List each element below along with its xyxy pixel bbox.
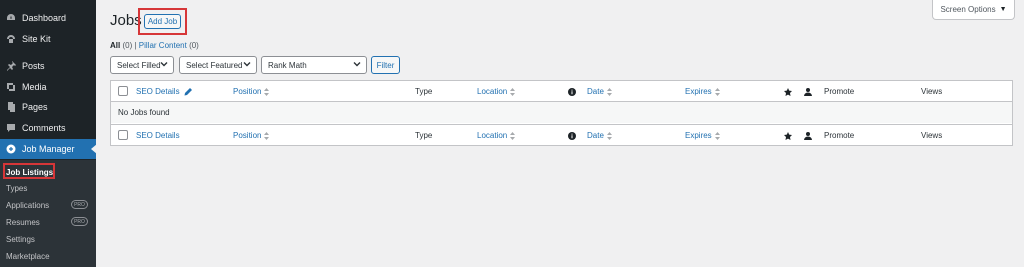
filter-button[interactable]: Filter [371,56,400,74]
submenu-item-resumes[interactable]: Resumes [6,215,40,229]
table-header-row: SEO Details Position Type Location Date … [111,81,1012,102]
sidebar-item-label: Job Manager [22,144,75,154]
sort-icon [264,87,270,96]
sidebar-item-label: Pages [22,102,48,112]
chevron-down-icon [243,60,251,68]
sort-icon [264,131,270,140]
sidebar-item-job-manager[interactable]: Job Manager [0,139,97,159]
select-all-checkbox[interactable] [118,86,128,96]
filled-person-icon [804,81,812,102]
view-all-link[interactable]: All [110,41,120,50]
sort-icon [510,87,516,96]
filled-person-icon [804,125,812,146]
table-row: No Jobs found [111,102,1012,123]
column-promote: Promote [824,87,855,96]
sort-icon [714,131,720,140]
sidebar-item-label: Dashboard [22,13,67,23]
sort-icon [606,87,612,96]
column-seo-details[interactable]: SEO Details [136,81,192,102]
column-location[interactable]: Location [477,81,516,102]
chevron-down-icon [353,60,361,68]
sidebar-item-label: Media [22,82,47,92]
column-date[interactable]: Date [587,125,612,146]
admin-sidebar: Dashboard Site Kit Posts Media Pages Com… [0,0,97,267]
sidebar-item-media[interactable]: Media [0,77,96,97]
add-job-button[interactable]: Add Job [144,14,181,29]
submenu-item-marketplace[interactable]: Marketplace [6,249,50,263]
pro-badge: PRO [71,217,88,226]
column-views: Views [921,87,943,96]
sidebar-item-comments[interactable]: Comments [0,118,96,138]
column-seo-details[interactable]: SEO Details [136,125,180,146]
select-filled-dropdown[interactable]: Select Filled [110,56,174,74]
column-expires[interactable]: Expires [685,81,720,102]
media-icon [6,82,16,92]
main-content: Jobs Add Job Screen Options ▼ All (0) | … [96,0,1024,267]
info-icon [568,125,576,146]
view-all-count: (0) [122,41,133,50]
page-title: Jobs [110,12,142,29]
sidebar-item-dashboard[interactable]: Dashboard [0,8,96,28]
view-pillar-link[interactable]: Pillar Content [139,41,187,50]
pin-icon [6,61,16,71]
featured-star-icon [784,125,792,146]
sort-icon [510,131,516,140]
screen-options-button[interactable]: Screen Options ▼ [932,0,1015,20]
column-type: Type [415,131,433,140]
sitekit-icon [6,34,16,44]
select-all-checkbox[interactable] [118,130,128,140]
view-filters: All (0) | Pillar Content (0) [110,41,199,50]
pages-icon [6,102,16,112]
sidebar-item-pages[interactable]: Pages [0,97,96,117]
column-position[interactable]: Position [233,125,270,146]
column-type: Type [415,87,433,96]
column-date[interactable]: Date [587,81,612,102]
job-manager-icon [6,144,16,154]
view-separator: | [134,41,137,50]
caret-down-icon: ▼ [999,6,1007,13]
column-position[interactable]: Position [233,81,270,102]
sidebar-item-label: Comments [22,123,66,133]
no-items-message: No Jobs found [118,108,170,117]
submenu-item-settings[interactable]: Settings [6,232,35,246]
jobs-table: SEO Details Position Type Location Date … [110,80,1013,146]
screen-options-label: Screen Options [940,5,996,14]
pro-badge: PRO [71,200,88,209]
info-icon [568,81,576,102]
highlight-box: Add Job [138,8,187,35]
column-expires[interactable]: Expires [685,125,720,146]
sort-icon [606,131,612,140]
column-views: Views [921,131,943,140]
chevron-down-icon [160,60,168,68]
sidebar-item-label: Site Kit [22,34,51,44]
submenu-item-types[interactable]: Types [6,181,27,195]
comments-icon [6,123,16,133]
column-promote: Promote [824,131,855,140]
pencil-icon [184,87,192,96]
select-featured-dropdown[interactable]: Select Featured [179,56,257,74]
sort-icon [714,87,720,96]
highlight-box [3,163,55,179]
column-location[interactable]: Location [477,125,516,146]
table-footer-row: SEO Details Position Type Location Date … [111,124,1012,145]
view-pillar-count: (0) [189,41,199,50]
featured-star-icon [784,81,792,102]
dashboard-icon [6,13,16,23]
sidebar-item-site-kit[interactable]: Site Kit [0,29,96,49]
sidebar-item-posts[interactable]: Posts [0,56,96,76]
rank-math-dropdown[interactable]: Rank Math [261,56,367,74]
sidebar-item-label: Posts [22,61,45,71]
